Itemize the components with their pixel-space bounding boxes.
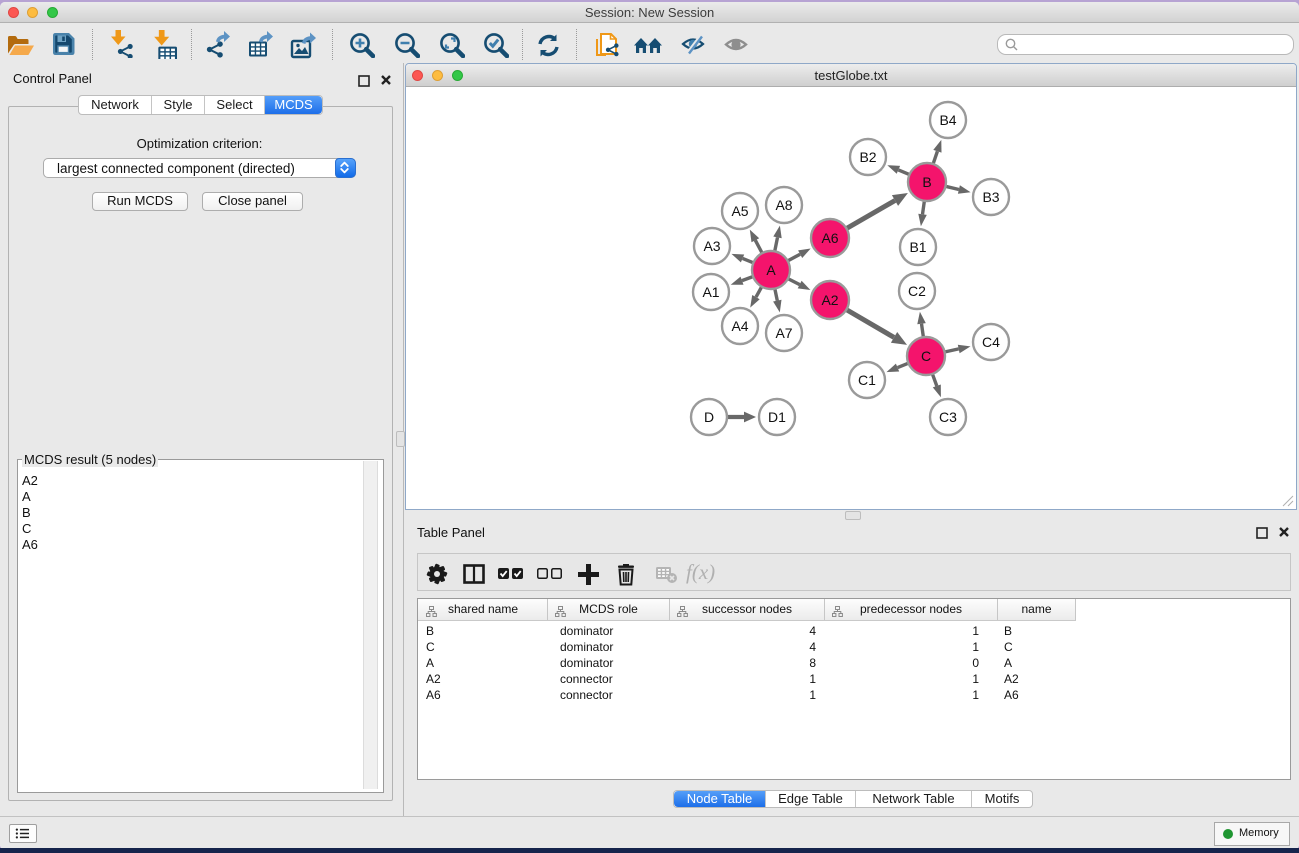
svg-text:B1: B1	[909, 239, 926, 255]
svg-text:B4: B4	[939, 112, 956, 128]
svg-text:A8: A8	[775, 197, 792, 213]
svg-text:B3: B3	[982, 189, 999, 205]
svg-text:C1: C1	[858, 372, 876, 388]
svg-text:A3: A3	[703, 238, 720, 254]
svg-text:A5: A5	[731, 203, 748, 219]
svg-text:C2: C2	[908, 283, 926, 299]
svg-text:C4: C4	[982, 334, 1000, 350]
svg-text:D1: D1	[768, 409, 786, 425]
svg-text:D: D	[704, 409, 714, 425]
svg-text:A6: A6	[821, 230, 838, 246]
svg-text:B: B	[922, 174, 931, 190]
svg-text:B2: B2	[859, 149, 876, 165]
svg-text:A7: A7	[775, 325, 792, 341]
svg-text:A2: A2	[821, 292, 838, 308]
svg-text:A1: A1	[702, 284, 719, 300]
svg-text:C: C	[921, 348, 931, 364]
svg-text:A: A	[766, 262, 776, 278]
svg-text:A4: A4	[731, 318, 748, 334]
svg-text:C3: C3	[939, 409, 957, 425]
